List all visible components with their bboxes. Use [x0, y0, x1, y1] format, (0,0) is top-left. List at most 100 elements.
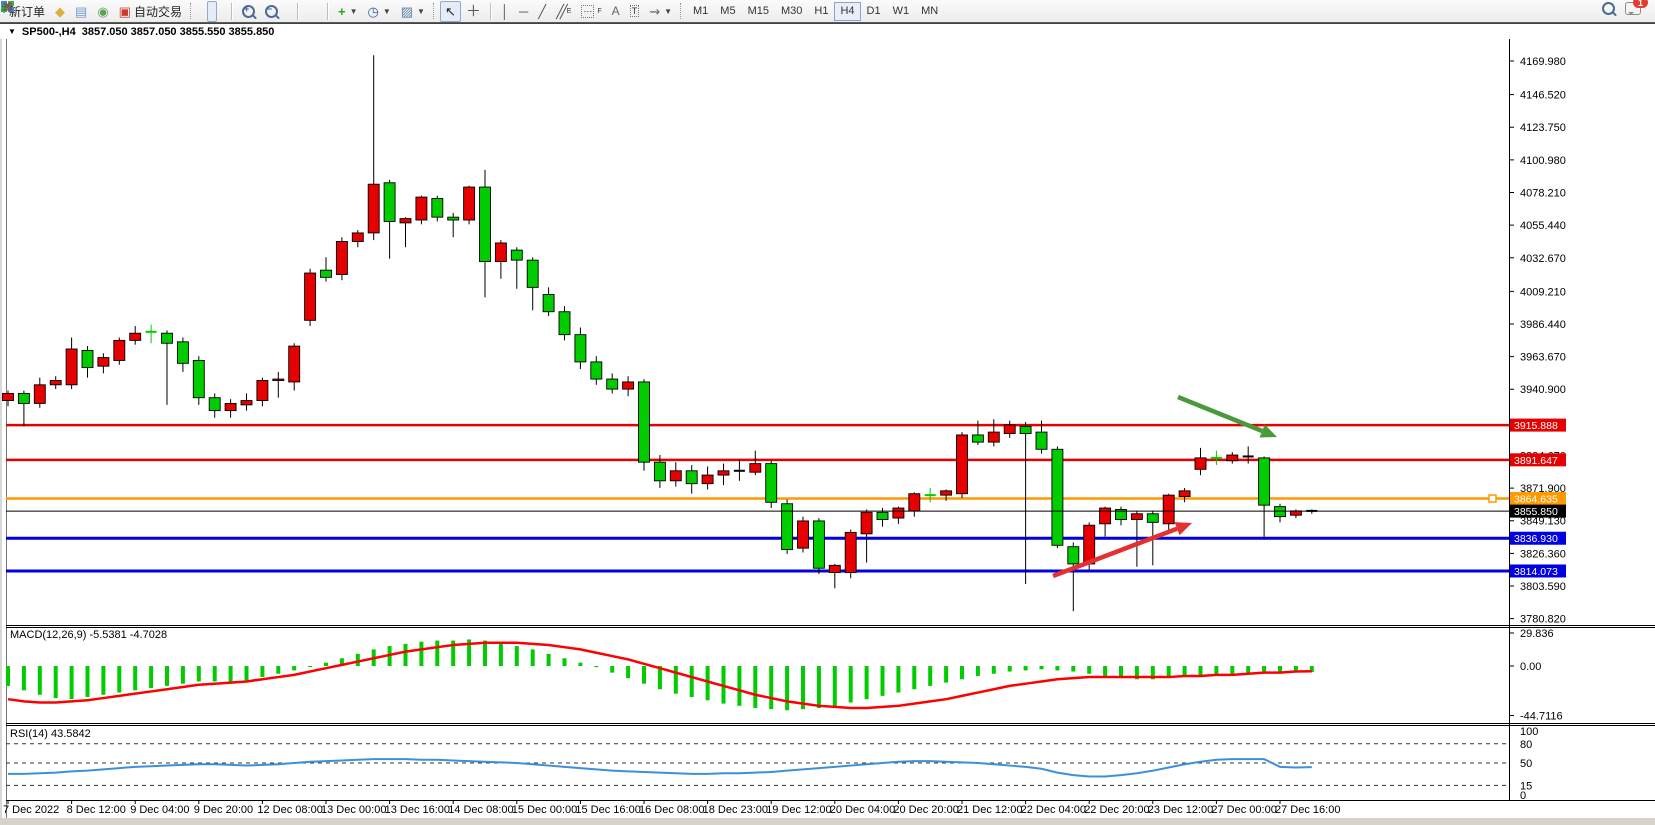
svg-text:3803.590: 3803.590 — [1520, 581, 1566, 593]
chart-symbol: SP500-,H4 — [22, 26, 76, 38]
svg-text:3855.850: 3855.850 — [1514, 506, 1558, 518]
svg-text:3780.820: 3780.820 — [1520, 614, 1566, 626]
trendline-icon[interactable]: ╱ — [533, 1, 551, 22]
svg-text:3915.888: 3915.888 — [1514, 420, 1558, 432]
templates-button[interactable]: ▨▼ — [396, 1, 430, 22]
svg-text:4100.980: 4100.980 — [1520, 155, 1566, 167]
chevron-down-icon: ▼ — [664, 7, 672, 16]
svg-text:19 Dec 12:00: 19 Dec 12:00 — [766, 804, 831, 816]
orders-icon[interactable]: ◆ — [50, 1, 70, 22]
svg-text:27 Dec 16:00: 27 Dec 16:00 — [1275, 804, 1340, 816]
text-icon[interactable]: A — [607, 1, 625, 22]
timeframe-MN[interactable]: MN — [915, 2, 944, 21]
time-axis[interactable]: 7 Dec 2022 8 Dec 12:00 9 Dec 04:00 9 Dec 20… — [3, 800, 1340, 816]
chart-title-bar: ▼ SP500-,H4 3857.050 3857.050 3855.550 3… — [0, 23, 1655, 39]
svg-text:4146.520: 4146.520 — [1520, 90, 1566, 102]
svg-text:23 Dec 12:00: 23 Dec 12:00 — [1148, 804, 1213, 816]
timeframe-D1[interactable]: D1 — [861, 2, 887, 21]
add-indicator-icon: + — [338, 5, 346, 18]
timeframe-M15[interactable]: M15 — [742, 2, 775, 21]
timeframe-H4[interactable]: H4 — [834, 2, 860, 21]
svg-text:0: 0 — [1520, 790, 1526, 802]
svg-text:8 Dec 12:00: 8 Dec 12:00 — [67, 804, 126, 816]
svg-text:15 Dec 00:00: 15 Dec 00:00 — [512, 804, 577, 816]
svg-text:3963.670: 3963.670 — [1520, 352, 1566, 364]
svg-text:4009.210: 4009.210 — [1520, 286, 1566, 298]
timeframe-M5[interactable]: M5 — [714, 2, 741, 21]
svg-text:100: 100 — [1520, 726, 1538, 738]
candlestick-chart-icon[interactable] — [207, 1, 217, 22]
green-trend-arrow[interactable] — [1178, 397, 1277, 437]
signal-icon[interactable]: ◉ — [92, 1, 113, 22]
zoom-in-icon[interactable]: + — [237, 1, 260, 22]
svg-text:4123.750: 4123.750 — [1520, 122, 1566, 134]
svg-text:13 Dec 00:00: 13 Dec 00:00 — [321, 804, 386, 816]
line-handle[interactable] — [1489, 495, 1496, 502]
svg-text:20 Dec 04:00: 20 Dec 04:00 — [830, 804, 895, 816]
toolbar-separator — [297, 3, 299, 20]
auto-scroll-icon[interactable] — [303, 1, 313, 22]
chart-canvas[interactable]: 4169.980 4146.520 4123.750 4100.980 4078.210… — [0, 0, 1655, 825]
bar-chart-icon[interactable] — [197, 1, 207, 22]
toolbar-grip — [433, 3, 437, 19]
svg-text:4169.980: 4169.980 — [1520, 56, 1566, 68]
svg-text:14 Dec 08:00: 14 Dec 08:00 — [448, 804, 513, 816]
svg-text:4032.670: 4032.670 — [1520, 253, 1566, 265]
auto-trading-label: 自动交易 — [134, 3, 182, 20]
rsi-panel[interactable]: RSI(14) 43.58421008050150 — [6, 726, 1538, 802]
auto-trading-button[interactable]: ▣ 自动交易 — [114, 1, 187, 22]
horizontal-line-icon[interactable]: ─ — [514, 1, 533, 22]
svg-text:3986.440: 3986.440 — [1520, 319, 1566, 331]
toolbar-grip — [190, 3, 194, 19]
toolbar-grip — [680, 3, 684, 19]
toolbar-separator — [490, 3, 492, 20]
svg-text:50: 50 — [1520, 758, 1532, 770]
label-icon[interactable]: T — [625, 1, 645, 22]
svg-text:9 Dec 04:00: 9 Dec 04:00 — [130, 804, 189, 816]
rsi-label: RSI(14) 43.5842 — [10, 728, 91, 740]
channel-icon[interactable]: ╱╱E — [551, 1, 576, 22]
search-icon[interactable] — [1602, 2, 1615, 20]
timeframe-H1[interactable]: H1 — [808, 2, 834, 21]
chat-button[interactable]: 1 — [1625, 2, 1641, 20]
svg-text:21 Dec 12:00: 21 Dec 12:00 — [957, 804, 1022, 816]
add-indicator-button[interactable]: +▼ — [333, 1, 363, 22]
rsi-line — [8, 759, 1312, 776]
crosshair-icon[interactable]: ＋ — [461, 1, 486, 22]
svg-text:3814.073: 3814.073 — [1514, 566, 1558, 578]
arrows-icon[interactable]: ⇝▼ — [644, 1, 677, 22]
macd-label: MACD(12,26,9) -5.5381 -4.7028 — [10, 629, 167, 641]
auto-trading-icon: ▣ — [119, 5, 131, 18]
svg-text:27 Dec 00:00: 27 Dec 00:00 — [1211, 804, 1276, 816]
timeframe-M1[interactable]: M1 — [687, 2, 714, 21]
svg-text:22 Dec 20:00: 22 Dec 20:00 — [1084, 804, 1149, 816]
toolbar-separator — [231, 3, 233, 20]
templates-icon: ▨ — [401, 5, 413, 18]
svg-text:4055.440: 4055.440 — [1520, 220, 1566, 232]
tile-windows-icon[interactable] — [283, 1, 293, 22]
market-watch-icon[interactable]: ▤ — [70, 1, 92, 22]
svg-text:12 Dec 08:00: 12 Dec 08:00 — [257, 804, 322, 816]
toolbar-separator — [327, 3, 329, 20]
periods-button[interactable]: ◷▼ — [362, 1, 395, 22]
candlestick-series — [3, 55, 1318, 611]
svg-text:20 Dec 20:00: 20 Dec 20:00 — [893, 804, 958, 816]
svg-text:29.836: 29.836 — [1520, 628, 1554, 640]
timeframe-W1[interactable]: W1 — [887, 2, 916, 21]
chart-shift-icon[interactable] — [313, 1, 323, 22]
svg-text:7 Dec 2022: 7 Dec 2022 — [3, 804, 59, 816]
macd-panel[interactable]: MACD(12,26,9) -5.5381 -4.702829.8360.00-… — [8, 628, 1563, 722]
cursor-icon[interactable]: ↖ — [440, 1, 461, 22]
svg-text:4078.210: 4078.210 — [1520, 187, 1566, 199]
svg-text:9 Dec 20:00: 9 Dec 20:00 — [194, 804, 253, 816]
svg-text:3826.360: 3826.360 — [1520, 548, 1566, 560]
chevron-down-icon: ▼ — [383, 7, 391, 16]
zoom-out-icon[interactable]: − — [260, 1, 283, 22]
support-resistance-lines — [6, 425, 1509, 571]
symbol-dropdown-icon[interactable]: ▼ — [8, 27, 16, 36]
line-chart-icon[interactable] — [217, 1, 227, 22]
svg-text:3864.635: 3864.635 — [1514, 494, 1558, 506]
timeframe-M30[interactable]: M30 — [775, 2, 808, 21]
fibonacci-icon[interactable]: ⋯F — [576, 1, 606, 22]
vertical-line-icon[interactable]: │ — [496, 1, 514, 22]
